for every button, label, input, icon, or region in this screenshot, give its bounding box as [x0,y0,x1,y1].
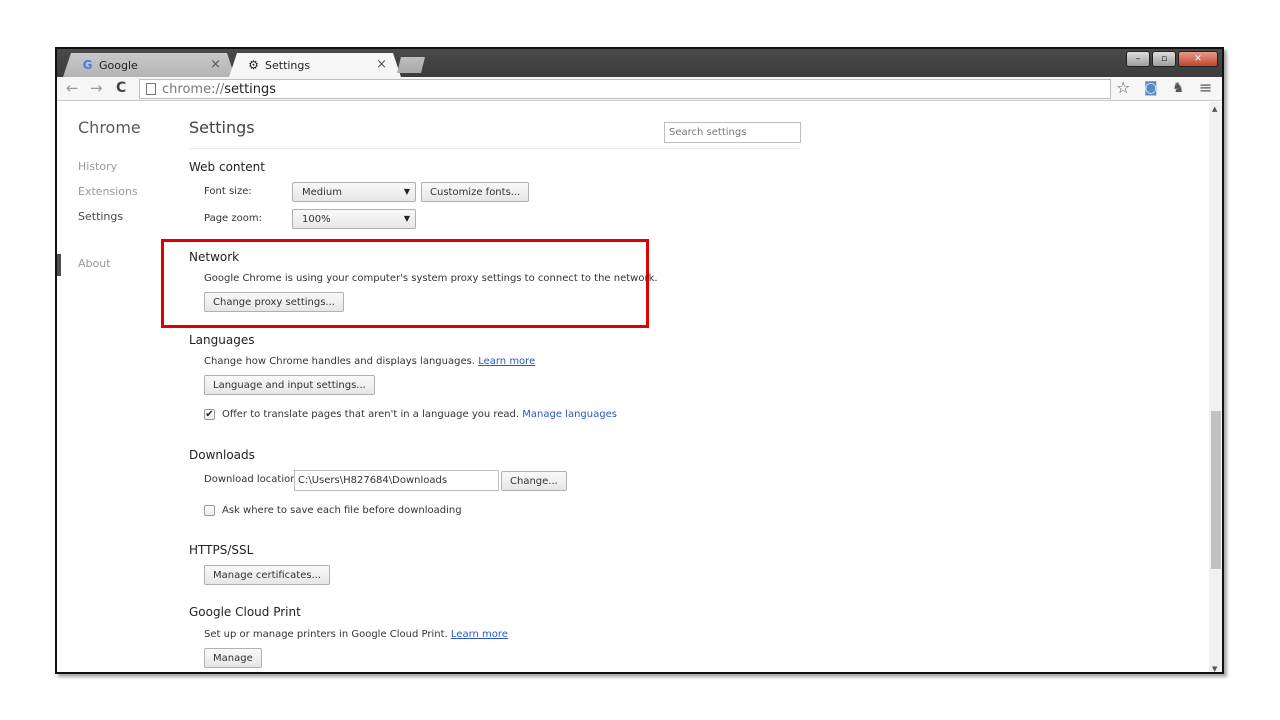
languages-title: Languages [189,333,255,347]
font-size-select[interactable]: Medium ▼ [292,182,416,202]
languages-description-row: Change how Chrome handles and displays l… [204,356,535,367]
manage-certificates-button[interactable]: Manage certificates... [204,565,331,585]
web-content-title: Web content [189,160,265,174]
search-settings-input[interactable] [664,122,801,143]
new-tab-button[interactable] [397,57,425,73]
bookmark-star-icon[interactable]: ☆ [1116,78,1130,97]
settings-content: Chrome History Extensions Settings About… [57,102,1222,672]
downloads-title: Downloads [189,448,255,462]
minimize-button[interactable]: – [1126,51,1150,67]
settings-main: Settings Web content Font size: Medium ▼… [161,102,1189,672]
sidebar: Chrome History Extensions Settings About [57,102,187,672]
page-zoom-value: 100% [302,213,331,225]
window-controls: – ▫ ✕ [1126,51,1218,67]
address-bar[interactable]: chrome:// settings [139,79,1111,99]
https-ssl-title: HTTPS/SSL [189,543,254,557]
language-input-settings-button[interactable]: Language and input settings... [204,375,375,395]
dropdown-arrow-icon: ▼ [403,214,410,223]
page-icon [146,83,156,95]
manage-languages-link[interactable]: Manage languages [522,409,617,420]
change-proxy-settings-button[interactable]: Change proxy settings... [204,292,344,312]
font-size-label: Font size: [204,186,252,197]
header-divider [189,148,799,149]
page-zoom-label: Page zoom: [204,213,262,224]
translate-checkbox[interactable]: ✔ [204,409,215,420]
url-scheme: chrome:// [162,81,225,97]
tab-settings[interactable]: ⚙ Settings × [229,53,401,77]
ghost-extension-icon[interactable]: ♞ [1172,80,1185,96]
customize-fonts-button[interactable]: Customize fonts... [421,182,530,202]
network-title: Network [189,250,240,264]
ask-save-location-checkbox[interactable] [204,505,215,516]
change-download-location-button[interactable]: Change... [501,471,567,491]
sidebar-item-extensions[interactable]: Extensions [78,185,138,198]
network-description: Google Chrome is using your computer's s… [204,273,658,284]
sidebar-item-about[interactable]: About [78,257,111,270]
browser-toolbar: ← → C chrome:// settings ☆ ◙ ♞ ≡ [57,77,1222,101]
dropdown-arrow-icon: ▼ [403,187,410,196]
browser-window: G Google × ⚙ Settings × – ▫ ✕ ← → C chro… [55,47,1224,674]
translate-row: Offer to translate pages that aren't in … [222,409,617,420]
download-location-field[interactable]: C:\Users\H827684\Downloads [294,470,499,491]
scroll-up-icon[interactable]: ▲ [1212,105,1217,113]
font-size-value: Medium [302,186,342,198]
cloud-print-description-row: Set up or manage printers in Google Clou… [204,629,508,640]
restore-button[interactable]: ▫ [1152,51,1176,67]
sidebar-item-history[interactable]: History [78,160,117,173]
camera-icon[interactable]: ◙ [1144,80,1158,96]
cloud-print-description: Set up or manage printers in Google Clou… [204,629,448,640]
sidebar-item-settings[interactable]: Settings [78,210,123,223]
gear-icon: ⚙ [248,58,259,72]
back-arrow-icon[interactable]: ← [66,79,79,97]
close-window-button[interactable]: ✕ [1178,51,1218,67]
tab-close-icon[interactable]: × [376,57,387,72]
page-zoom-select[interactable]: 100% ▼ [292,209,416,229]
selected-indicator [57,254,61,276]
menu-icon[interactable]: ≡ [1199,78,1212,97]
scroll-thumb[interactable] [1211,411,1221,569]
scroll-down-icon[interactable]: ▼ [1212,665,1217,672]
tab-google[interactable]: G Google × [63,53,235,77]
tab-label: Google [99,58,138,72]
tab-strip: G Google × ⚙ Settings × – ▫ ✕ [57,49,1222,77]
tab-label: Settings [265,58,311,72]
tab-close-icon[interactable]: × [210,57,221,72]
page-title: Settings [189,118,255,137]
download-location-label: Download location: [204,474,300,485]
languages-learn-more-link[interactable]: Learn more [478,356,535,367]
vertical-scrollbar[interactable]: ▲ ▼ [1209,102,1222,672]
ask-save-location-label: Ask where to save each file before downl… [222,505,462,516]
google-favicon-icon: G [82,58,93,72]
cloud-print-title: Google Cloud Print [189,605,301,619]
languages-description: Change how Chrome handles and displays l… [204,356,475,367]
cloud-print-learn-more-link[interactable]: Learn more [451,629,508,640]
cloud-print-manage-button[interactable]: Manage [204,648,262,668]
translate-label: Offer to translate pages that aren't in … [222,409,520,420]
reload-icon[interactable]: C [116,80,126,96]
forward-arrow-icon[interactable]: → [90,79,103,97]
sidebar-title: Chrome [78,118,141,137]
url-host: settings [224,81,277,97]
